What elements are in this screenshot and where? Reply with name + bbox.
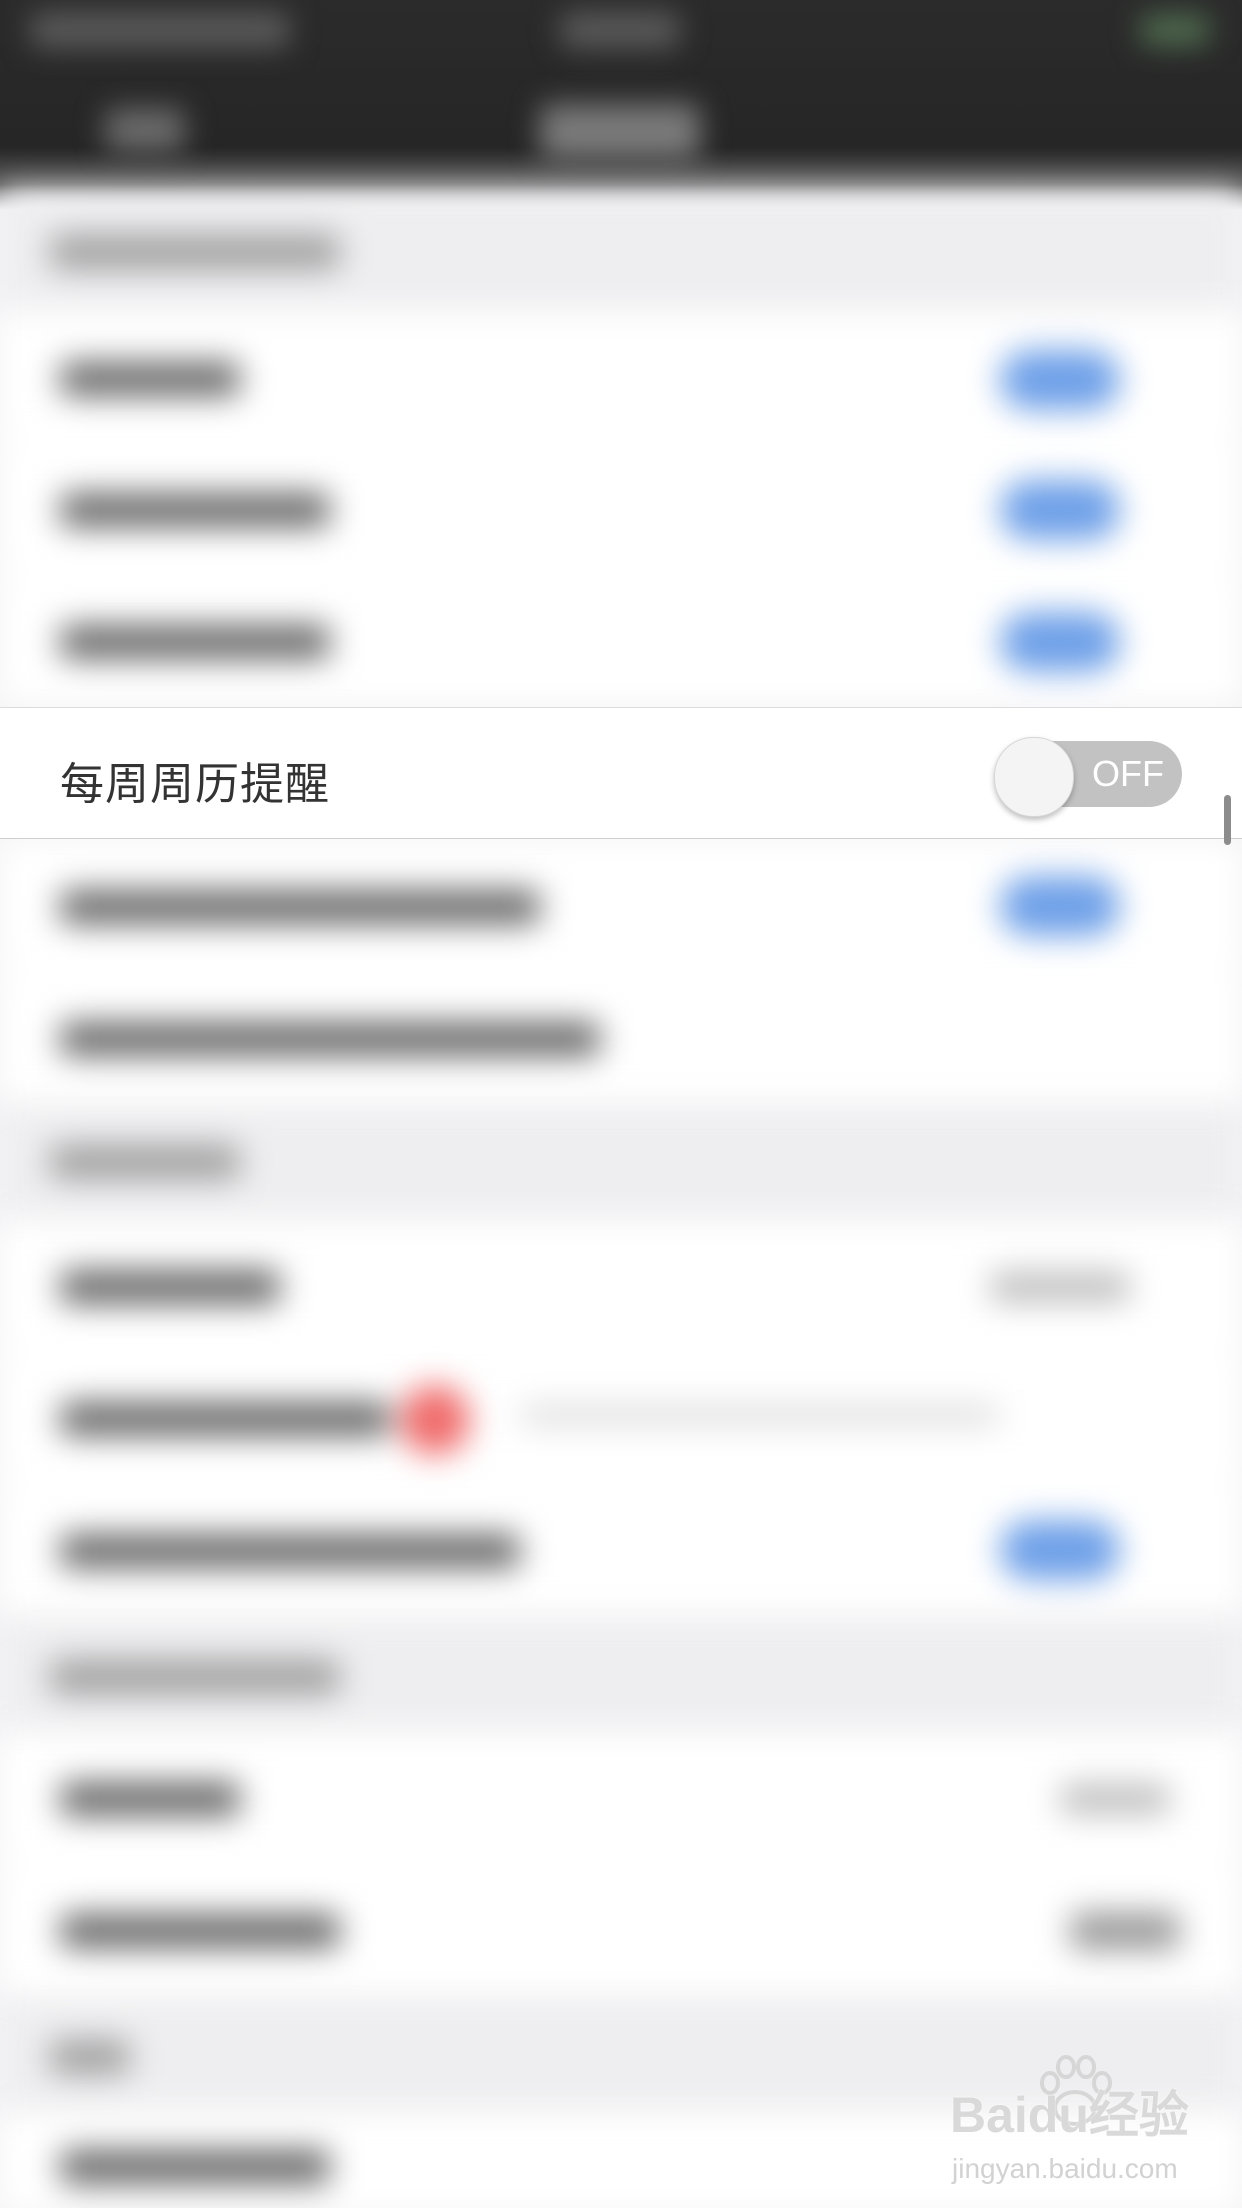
back-button[interactable]: [105, 108, 185, 152]
row-label: [60, 1402, 390, 1436]
row-value: [990, 1272, 1130, 1302]
row-label: [60, 625, 330, 659]
row-label: [60, 1782, 240, 1816]
new-badge-dot: [400, 1385, 470, 1455]
row-value: [520, 1405, 1000, 1425]
row-label: [60, 1914, 340, 1948]
toggle-state-label: OFF: [1092, 753, 1164, 794]
toggle-knob[interactable]: [994, 737, 1074, 817]
nav-title: [540, 104, 700, 160]
toggle-switch[interactable]: [1000, 480, 1120, 540]
section-title: [50, 235, 340, 269]
row-label: [60, 890, 540, 924]
watermark-url: jingyan.baidu.com: [952, 2153, 1178, 2184]
weekly-calendar-reminder-toggle[interactable]: OFF: [994, 737, 1182, 817]
toggle-switch[interactable]: [1000, 876, 1120, 936]
row-label: [60, 1534, 520, 1568]
row-label: [60, 1022, 600, 1056]
section-title: [50, 1145, 240, 1179]
status-carrier-blur: [30, 12, 290, 48]
watermark-logo-text: Baidu经验: [950, 2087, 1189, 2143]
blurred-navigation-bar: [0, 0, 1242, 210]
weekly-calendar-reminder-label: 每周周历提醒: [60, 759, 330, 810]
weekly-calendar-reminder-row[interactable]: 每周周历提醒 OFF: [0, 707, 1242, 839]
row-value: [1070, 1912, 1180, 1950]
row-label: [60, 1270, 280, 1304]
section-title: [50, 1660, 340, 1694]
section-title: [50, 2040, 130, 2074]
battery-icon: [1140, 14, 1210, 46]
baidu-watermark: Baidu经验 jingyan.baidu.com: [950, 2055, 1220, 2195]
row-label: [60, 2150, 330, 2184]
status-time-blur: [560, 12, 680, 48]
scrollbar[interactable]: [1224, 795, 1231, 845]
blurred-settings-list: [0, 190, 1242, 2208]
row-label: [60, 362, 240, 396]
toggle-switch[interactable]: [1000, 350, 1120, 410]
row-label: [60, 493, 330, 527]
toggle-switch[interactable]: [1000, 612, 1120, 672]
row-value: [1060, 1784, 1170, 1814]
toggle-switch[interactable]: [1000, 1520, 1120, 1580]
